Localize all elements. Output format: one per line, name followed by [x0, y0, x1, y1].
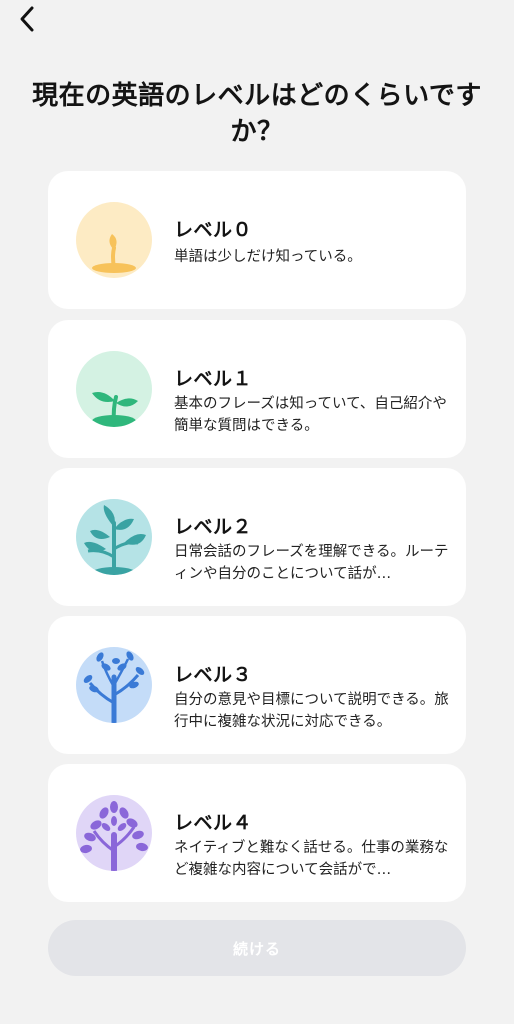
sprout-bud-icon: [92, 234, 136, 273]
chevron-left-icon: [20, 6, 34, 32]
back-button[interactable]: [12, 4, 42, 34]
level-description: 自分の意見や目標について説明できる。旅行中に複雑な状況に対応できる。: [174, 692, 449, 730]
level-2-illustration: [76, 499, 152, 575]
page-title: 現在の英語のレベルはどのくらいですか？: [32, 81, 482, 147]
level-card-4[interactable]: レベル４ ネイティブと難なく話せる。仕事の業務など複雑な内容について会話がで…: [48, 764, 466, 902]
blue-tree-icon: [83, 651, 145, 723]
level-description: ネイティブと難なく話せる。仕事の業務など複雑な内容について会話がで…: [174, 840, 449, 878]
young-plant-icon: [84, 505, 146, 575]
level-0-illustration: [76, 202, 152, 278]
level-title: レベル３: [174, 664, 253, 686]
level-card-3[interactable]: レベル３ 自分の意見や目標について説明できる。旅行中に複雑な状況に対応できる。: [48, 616, 466, 754]
level-title: レベル４: [174, 812, 253, 834]
level-4-illustration: [76, 795, 152, 871]
level-title: レベル２: [174, 516, 253, 538]
level-card-1[interactable]: レベル１ 基本のフレーズは知っていて、自己紹介や簡単な質問はできる。: [48, 320, 466, 458]
level-description: 基本のフレーズは知っていて、自己紹介や簡単な質問はできる。: [174, 396, 447, 434]
level-3-illustration: [76, 647, 152, 723]
level-selection-screen: 現在の英語のレベルはどのくらいですか？ レベル０ 単語は少しだけ知っている。 レ…: [0, 0, 514, 1024]
purple-tree-icon: [80, 801, 148, 871]
level-description: 日常会話のフレーズを理解できる。ルーティンや自分のことについて話が…: [174, 544, 449, 582]
level-title: レベル１: [174, 368, 253, 390]
level-card-2[interactable]: レベル２ 日常会話のフレーズを理解できる。ルーティンや自分のことについて話が…: [48, 468, 466, 606]
level-description: 単語は少しだけ知っている。: [174, 249, 362, 265]
level-title: レベル０: [174, 219, 253, 241]
level-1-illustration: [76, 351, 152, 427]
seedling-icon: [92, 392, 138, 427]
continue-button[interactable]: 続ける: [48, 920, 466, 976]
level-card-0[interactable]: レベル０ 単語は少しだけ知っている。: [48, 171, 466, 309]
